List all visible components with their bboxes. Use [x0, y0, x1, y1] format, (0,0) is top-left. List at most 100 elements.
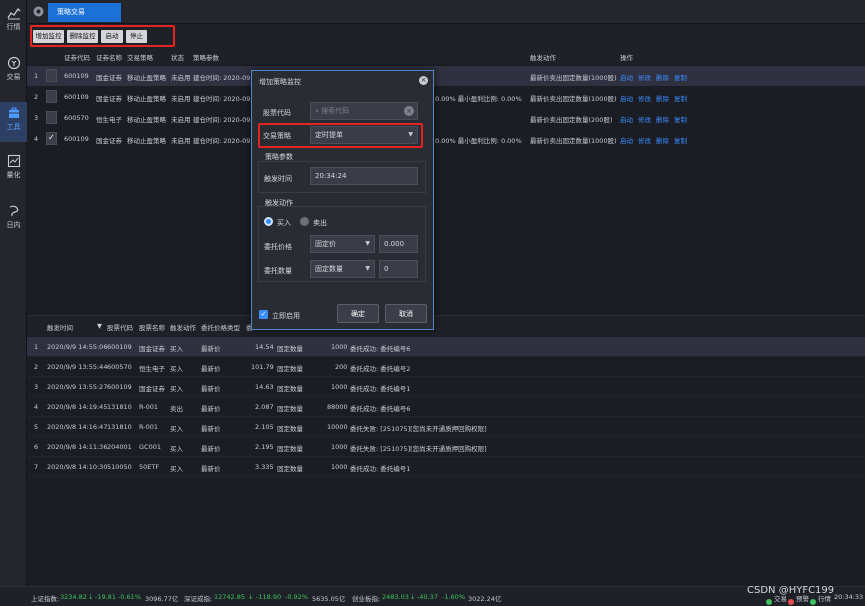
col-params[interactable]: 策略参数 — [193, 52, 219, 62]
enable-label: 立即启用 — [272, 312, 300, 320]
copy-link[interactable]: 复制 — [674, 93, 687, 103]
code-label: 股票代码 — [263, 109, 291, 117]
col-price-type[interactable]: 委托价格类型 — [201, 322, 240, 332]
row-checkbox[interactable] — [46, 90, 57, 103]
sidebar-item-tools[interactable]: 工具 — [0, 102, 27, 142]
table-header: 证券代码 证券名称 交易策略 状态 策略参数 触发动作 操作 — [27, 48, 865, 64]
col-name[interactable]: 证券名称 — [96, 52, 122, 62]
trigger-time-input[interactable]: 20:34:24 — [310, 167, 418, 185]
add-strategy-dialog: 增加策略监控 × 股票代码 ⌕ 搜索代码 × 交易策略 定时提单 策略参数 触发… — [251, 70, 434, 330]
cancel-button[interactable]: 取消 — [385, 304, 427, 323]
ok-button[interactable]: 确定 — [337, 304, 379, 323]
qty-label: 委托数量 — [264, 267, 292, 275]
delete-link[interactable]: 删除 — [656, 93, 669, 103]
start-link[interactable]: 启动 — [620, 72, 633, 82]
sell-label: 卖出 — [313, 219, 327, 227]
left-sidebar: 行情 交易 工具 量化 日内 — [0, 0, 27, 606]
sidebar-item-quant[interactable]: 量化 — [0, 154, 27, 188]
delete-link[interactable]: 删除 — [656, 135, 669, 145]
col-ops[interactable]: 操作 — [620, 52, 633, 62]
start-button[interactable]: 启动 — [101, 30, 123, 43]
toolbox-icon — [8, 107, 19, 118]
edit-link[interactable]: 修改 — [638, 72, 651, 82]
price-type-select[interactable]: 固定价 — [310, 235, 375, 253]
delete-link[interactable]: 删除 — [656, 72, 669, 82]
col-action[interactable]: 触发动作 — [170, 322, 196, 332]
row-checkbox[interactable] — [46, 69, 57, 82]
table-row[interactable]: 2 600109 国金证券 移动止盈策略 未启用 建仓时间: 2020-09 0… — [27, 87, 865, 107]
delete-link[interactable]: 删除 — [656, 114, 669, 124]
col-trigger[interactable]: 触发动作 — [530, 52, 556, 62]
table-row[interactable]: 3 600570 恒生电子 移动止盈策略 未启用 建仓时间: 2020-09 最… — [27, 108, 865, 128]
sidebar-item-label: 量化 — [6, 171, 21, 179]
start-link[interactable]: 启动 — [620, 135, 633, 145]
qty-type-select[interactable]: 固定数量 — [310, 260, 375, 278]
stop-button[interactable]: 停止 — [126, 30, 147, 43]
enable-checkbox[interactable]: ✓ — [259, 310, 268, 319]
down-arrow-icon: ↓ — [248, 593, 254, 601]
copy-link[interactable]: 复制 — [674, 72, 687, 82]
tab-strategy-trading[interactable]: 策略交易 — [48, 3, 121, 22]
sh-index-label: 上证指数: — [31, 595, 60, 603]
status-bar: 上证指数: 3234.82 ↓ -19.81 -0.61% 3096.77亿 深… — [0, 586, 865, 606]
table-row[interactable]: 4 600109 国金证券 移动止盈策略 未启用 建仓时间: 2020-09 0… — [27, 129, 865, 149]
toolbar: 增加监控 删除监控 启动 停止 — [27, 24, 865, 48]
start-link[interactable]: 启动 — [620, 93, 633, 103]
sh-index-value: 3234.82 — [60, 593, 87, 601]
delete-monitor-button[interactable]: 删除监控 — [67, 30, 98, 43]
buy-radio[interactable] — [264, 217, 273, 226]
table-header: 触发时间 ▼ 股票代码 股票名称 触发动作 委托价格类型 委 — [27, 316, 865, 336]
sidebar-item-intraday[interactable]: 日内 — [0, 204, 27, 238]
col-stock-name[interactable]: 股票名称 — [139, 322, 165, 332]
sidebar-item-market[interactable]: 行情 — [0, 6, 27, 40]
sort-icon[interactable]: ▼ — [97, 322, 102, 330]
sell-radio[interactable] — [300, 217, 309, 226]
qty-input[interactable]: 0 — [379, 260, 418, 278]
table-row[interactable]: 7 2020/9/8 14:10:30 510050 50ETF 买入 最新价 … — [27, 457, 865, 477]
edit-link[interactable]: 修改 — [638, 135, 651, 145]
price-label: 委托价格 — [264, 243, 292, 251]
col-status[interactable]: 状态 — [171, 52, 184, 62]
col-strategy[interactable]: 交易策略 — [127, 52, 153, 62]
clear-icon[interactable]: × — [404, 106, 414, 116]
table-row[interactable]: 2 2020/9/9 13:55:44 600570 恒生电子 买入 最新价 1… — [27, 357, 865, 377]
chart-icon — [6, 7, 20, 20]
row-checkbox[interactable] — [46, 132, 57, 145]
stock-code-search[interactable]: ⌕ 搜索代码 × — [310, 102, 418, 120]
start-link[interactable]: 启动 — [620, 114, 633, 124]
buy-label: 买入 — [277, 219, 291, 227]
table-row[interactable]: 4 2020/9/8 14:19:45 131810 R-001 卖出 最新价 … — [27, 397, 865, 417]
row-checkbox[interactable] — [46, 111, 57, 124]
table-row[interactable]: 1 2020/9/9 14:55:06 600109 国金证券 买入 最新价 1… — [27, 337, 865, 357]
price-input[interactable]: 0.000 — [379, 235, 418, 253]
table-row[interactable]: 1 600109 国金证券 移动止盈策略 未启用 建仓时间: 2020-09 最… — [27, 66, 865, 86]
table-row[interactable]: 3 2020/9/9 13:55:27 600109 国金证券 买入 最新价 1… — [27, 377, 865, 397]
table-row[interactable]: 5 2020/9/8 14:16:47 131810 R-001 买入 最新价 … — [27, 417, 865, 437]
sidebar-item-label: 交易 — [6, 73, 21, 81]
sidebar-item-trade[interactable]: 交易 — [0, 56, 27, 90]
down-arrow-icon: ↓ — [410, 593, 416, 601]
trade-icon — [7, 56, 20, 70]
strategy-monitor-table: 证券代码 证券名称 交易策略 状态 策略参数 触发动作 操作 1 600109 … — [27, 48, 865, 310]
sidebar-item-label: 行情 — [6, 23, 21, 31]
search-placeholder: 搜索代码 — [321, 107, 350, 115]
down-arrow-icon: ↓ — [88, 593, 94, 601]
col-stock-code[interactable]: 股票代码 — [107, 322, 133, 332]
table-row[interactable]: 6 2020/9/8 14:11:36 204001 GC001 买入 最新价 … — [27, 437, 865, 457]
copy-link[interactable]: 复制 — [674, 114, 687, 124]
intraday-icon — [9, 205, 18, 217]
close-icon[interactable]: × — [419, 76, 428, 85]
edit-link[interactable]: 修改 — [638, 93, 651, 103]
gear-icon[interactable] — [32, 5, 45, 18]
sidebar-item-label: 日内 — [6, 221, 21, 229]
add-monitor-button[interactable]: 增加监控 — [33, 30, 64, 43]
edit-link[interactable]: 修改 — [638, 114, 651, 124]
quant-icon — [7, 154, 20, 168]
clock-time: 20:34:33 — [834, 593, 864, 601]
col-trigger-time[interactable]: 触发时间 — [47, 322, 73, 332]
highlight-box — [258, 123, 423, 148]
copy-link[interactable]: 复制 — [674, 135, 687, 145]
cy-index-label: 创业板指: — [352, 595, 381, 603]
dialog-title: 增加策略监控 — [259, 78, 301, 86]
col-code[interactable]: 证券代码 — [64, 52, 90, 62]
